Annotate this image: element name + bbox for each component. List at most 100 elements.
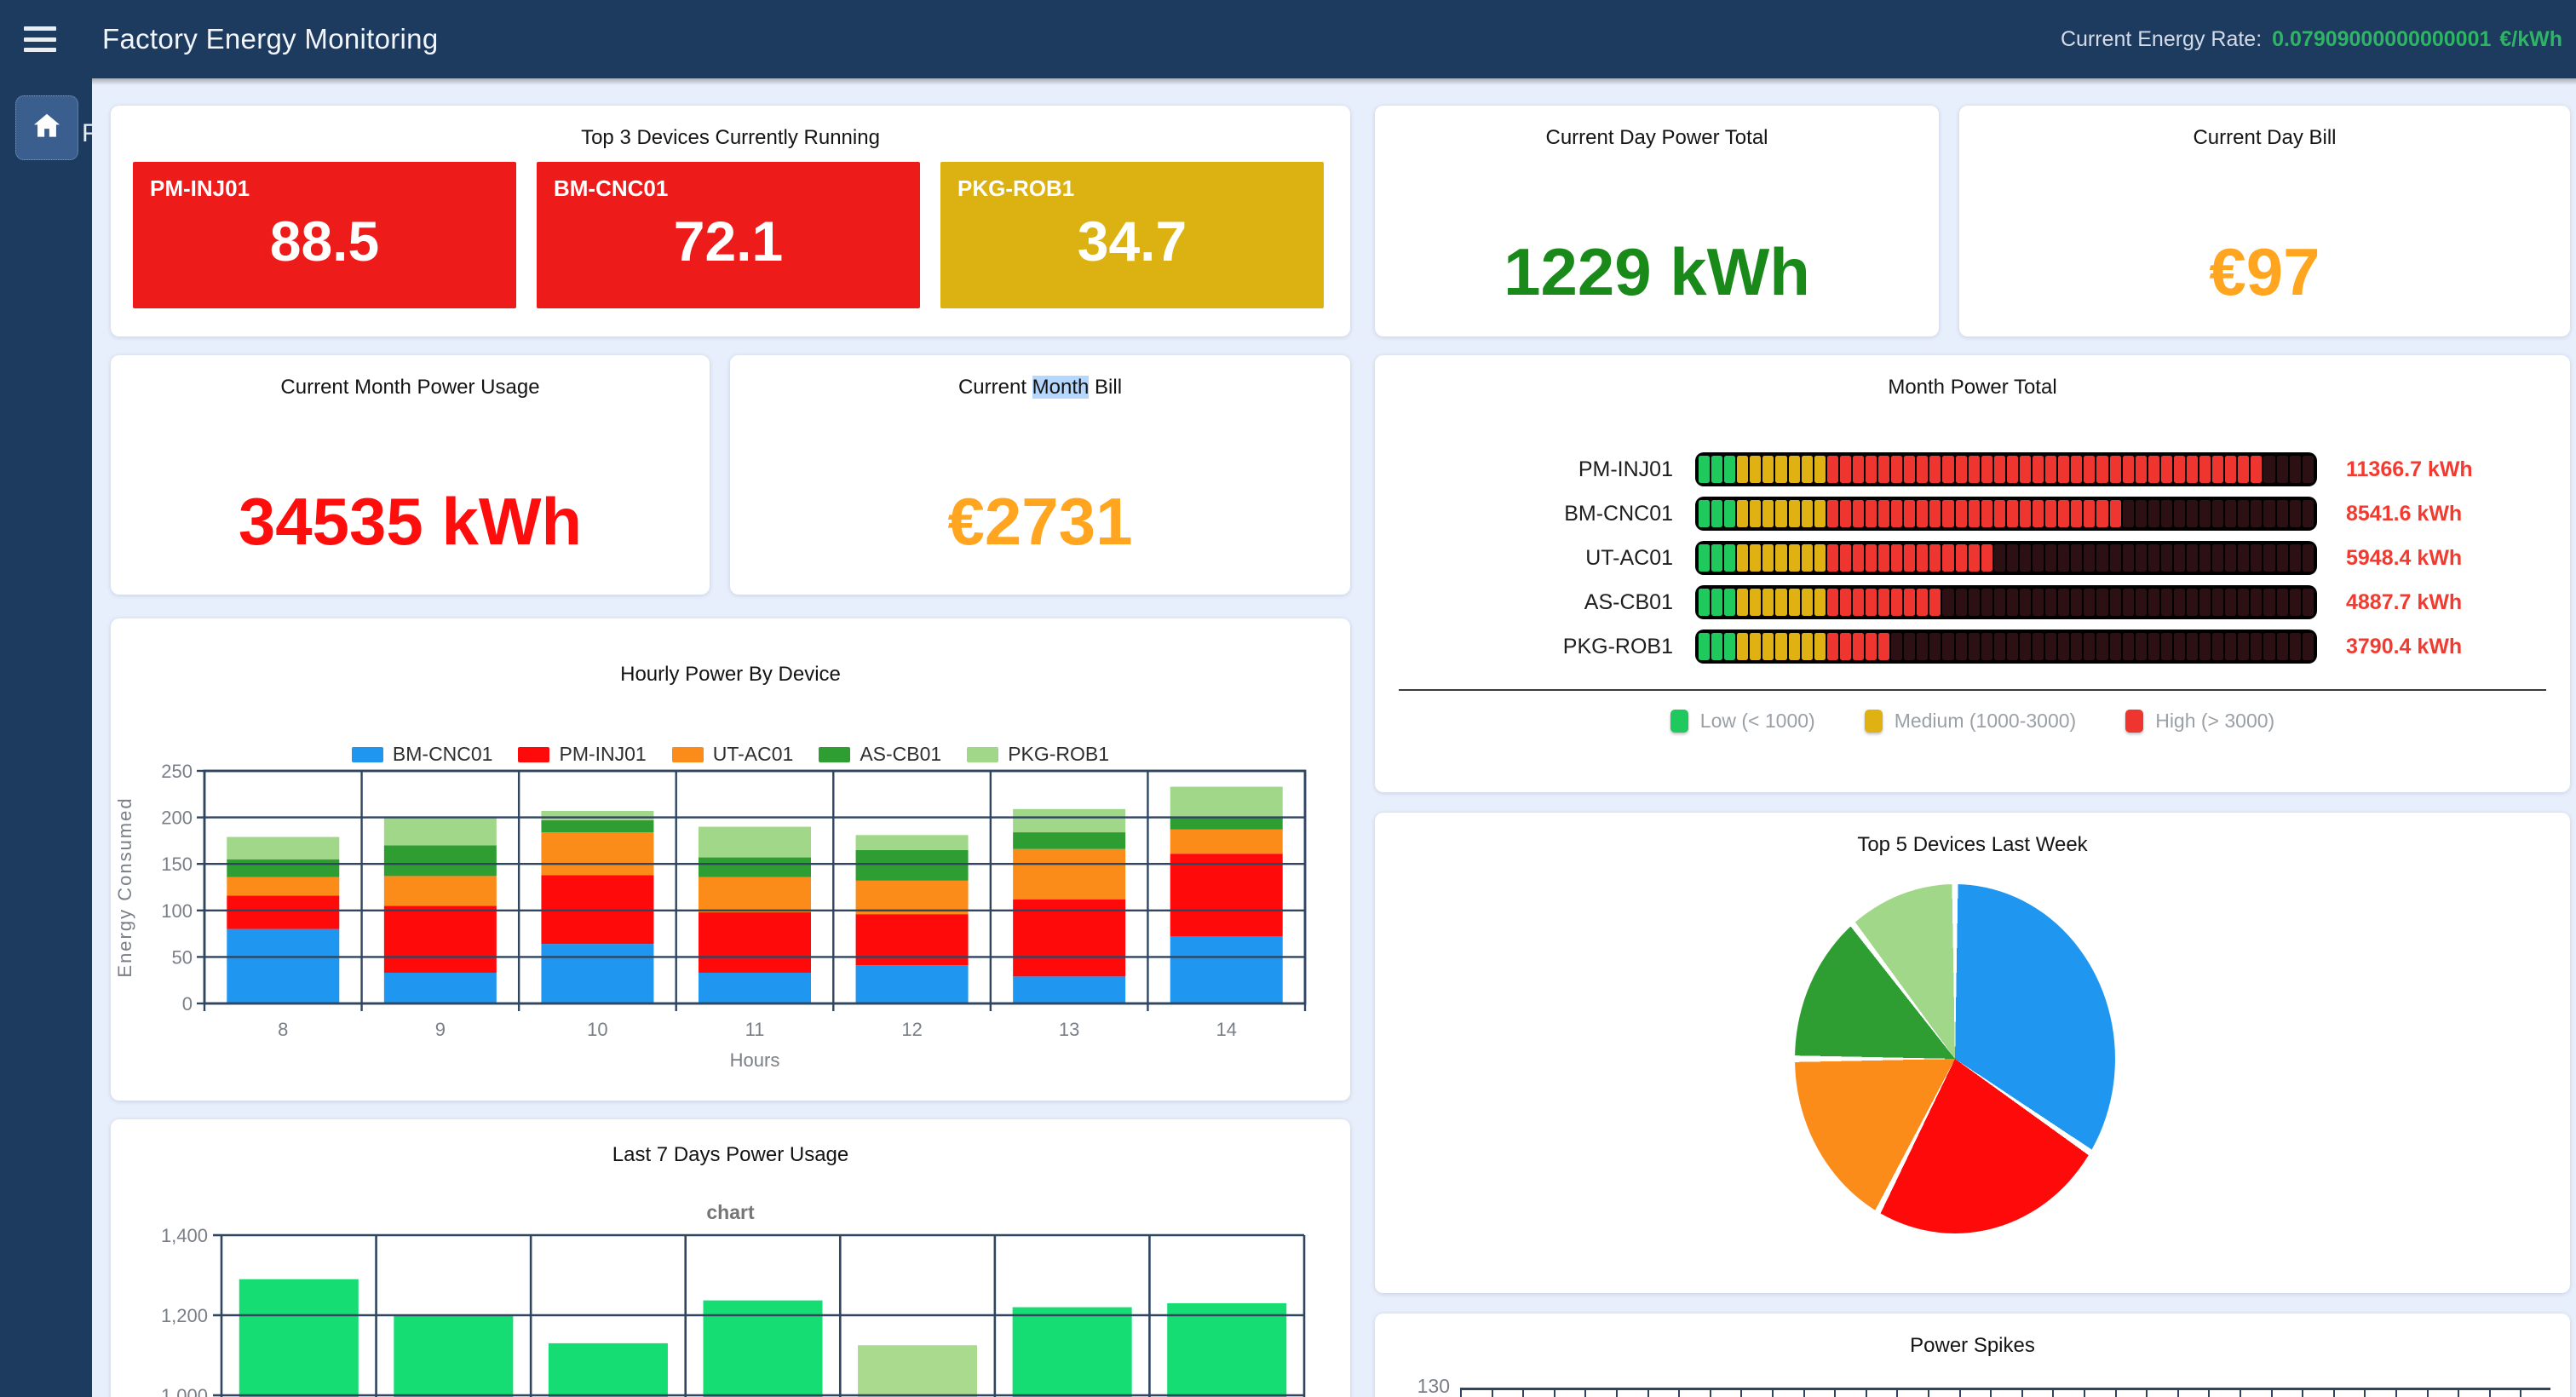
month-usage-card: Current Month Power Usage 34535 kWh — [111, 355, 710, 595]
bar-segment — [1170, 787, 1283, 818]
device-tile-value: 72.1 — [537, 202, 920, 308]
bar-segment — [699, 973, 811, 1003]
svg-text:1,000: 1,000 — [161, 1385, 208, 1397]
bar-segment — [1013, 832, 1125, 849]
hourly-chart-title: Hourly Power By Device — [111, 618, 1350, 687]
bar-segment — [856, 965, 969, 1003]
svg-text:14: 14 — [1216, 1019, 1236, 1040]
bar-segment — [384, 973, 497, 1003]
svg-text:250: 250 — [161, 761, 193, 782]
bar-segment — [541, 944, 653, 1003]
hamburger-menu-icon[interactable] — [24, 26, 56, 52]
legend-item: Medium (1000-3000) — [1865, 710, 2077, 733]
energy-rate-label: Current Energy Rate: — [2061, 27, 2262, 52]
day-bill-card: Current Day Bill €97 — [1959, 106, 2570, 336]
hourly-chart-card: Hourly Power By Device BM-CNC01PM-INJ01U… — [111, 618, 1350, 1101]
bar-segment — [541, 832, 653, 875]
device-tiles: PM-INJ0188.5BM-CNC0172.1PKG-ROB134.7 — [133, 162, 1324, 308]
svg-text:11: 11 — [745, 1019, 765, 1040]
bar-segment — [227, 859, 339, 877]
gauge-value: 11366.7 kWh — [2346, 457, 2473, 482]
bar-segment — [384, 845, 497, 876]
legend-label: Low (< 1000) — [1700, 710, 1815, 733]
device-tile: PKG-ROB134.7 — [940, 162, 1324, 308]
bar-segment — [699, 912, 811, 973]
day-total-value: 1229 kWh — [1375, 233, 1939, 311]
device-tile-value: 34.7 — [940, 202, 1324, 308]
bar-segment — [699, 858, 811, 877]
spikes-ytick: 130 — [1375, 1375, 1450, 1397]
energy-rate-unit: €/kWh — [2499, 27, 2562, 52]
sidebar-home-button[interactable] — [15, 95, 78, 160]
day-bill-title: Current Day Bill — [1959, 106, 2570, 150]
svg-text:1,200: 1,200 — [161, 1305, 208, 1326]
month-usage-title: Current Month Power Usage — [111, 355, 710, 400]
svg-text:Hours: Hours — [730, 1049, 780, 1071]
gauge-row: PM-INJ01 11366.7 kWh — [1375, 447, 2570, 492]
legend-divider — [1399, 689, 2546, 691]
svg-text:0: 0 — [182, 993, 193, 1015]
selected-text: Month — [1032, 376, 1090, 399]
top5-pie-card: Top 5 Devices Last Week — [1375, 813, 2570, 1293]
spikes-axis-ticks — [1460, 1390, 2550, 1397]
bar-segment — [699, 877, 811, 911]
page-title: Factory Energy Monitoring — [102, 23, 439, 55]
device-tile-value: 88.5 — [133, 202, 516, 308]
bar-segment — [227, 929, 339, 1003]
bar-segment — [384, 818, 497, 846]
top5-pie-chart — [1795, 884, 2115, 1233]
month-gauge-legend: Low (< 1000) Medium (1000-3000) High (> 30… — [1375, 710, 2570, 733]
bar — [1167, 1303, 1286, 1397]
bar-segment — [699, 827, 811, 858]
hourly-stacked-bar-chart: 050100150200250891011121314HoursEnergy C… — [111, 760, 1350, 1099]
bar-segment — [1170, 854, 1283, 936]
gauge-value: 3790.4 kWh — [2346, 635, 2462, 659]
svg-text:9: 9 — [435, 1019, 446, 1040]
sidebar: F — [0, 78, 92, 1397]
svg-text:1,400: 1,400 — [161, 1225, 208, 1246]
day-total-card: Current Day Power Total 1229 kWh — [1375, 106, 1939, 336]
bar-segment — [227, 895, 339, 928]
device-tile-name: PKG-ROB1 — [940, 162, 1324, 202]
bar-segment — [1170, 936, 1283, 1003]
bar-segment — [856, 835, 969, 849]
legend-item: Low (< 1000) — [1670, 710, 1815, 733]
gauge-device-name: BM-CNC01 — [1375, 502, 1673, 526]
bar-segment — [1170, 830, 1283, 854]
gauge-device-name: PKG-ROB1 — [1375, 635, 1673, 659]
legend-swatch — [2125, 710, 2143, 733]
segmented-gauge — [1695, 497, 2317, 531]
gauge-row: AS-CB014887.7 kWh — [1375, 580, 2570, 624]
bar-segment — [541, 811, 653, 820]
svg-text:8: 8 — [278, 1019, 288, 1040]
gauge-device-name: PM-INJ01 — [1375, 457, 1673, 482]
device-tile-name: PM-INJ01 — [133, 162, 516, 202]
bar-segment — [1013, 976, 1125, 1003]
svg-text:150: 150 — [161, 854, 193, 875]
bar-segment — [384, 876, 497, 905]
segmented-gauge — [1695, 630, 2317, 664]
power-spikes-card: Power Spikes 130 — [1375, 1314, 2570, 1397]
svg-text:10: 10 — [587, 1019, 607, 1040]
top-devices-title: Top 3 Devices Currently Running — [111, 106, 1350, 150]
legend-item: High (> 3000) — [2125, 710, 2274, 733]
last7-subtitle: chart — [111, 1201, 1350, 1224]
bar — [858, 1345, 977, 1397]
sidebar-item-label-clipped: F — [82, 119, 94, 148]
gauge-value: 4887.7 kWh — [2346, 590, 2462, 615]
bar-segment — [1013, 849, 1125, 900]
gauge-value: 5948.4 kWh — [2346, 546, 2462, 571]
last7-chart-card: Last 7 Days Power Usage chart 1,4001,200… — [111, 1119, 1350, 1397]
header-shadow — [92, 78, 2576, 85]
home-icon — [31, 110, 63, 147]
legend-swatch — [1865, 710, 1883, 733]
bar-segment — [856, 850, 969, 881]
bar-segment — [227, 837, 339, 859]
svg-text:Energy Consumed: Energy Consumed — [114, 796, 135, 977]
bar-segment — [227, 877, 339, 895]
segmented-gauge — [1695, 585, 2317, 619]
segmented-gauge — [1695, 452, 2317, 486]
svg-text:13: 13 — [1059, 1019, 1079, 1040]
top5-title: Top 5 Devices Last Week — [1375, 813, 2570, 857]
gauge-device-name: UT-AC01 — [1375, 546, 1673, 571]
